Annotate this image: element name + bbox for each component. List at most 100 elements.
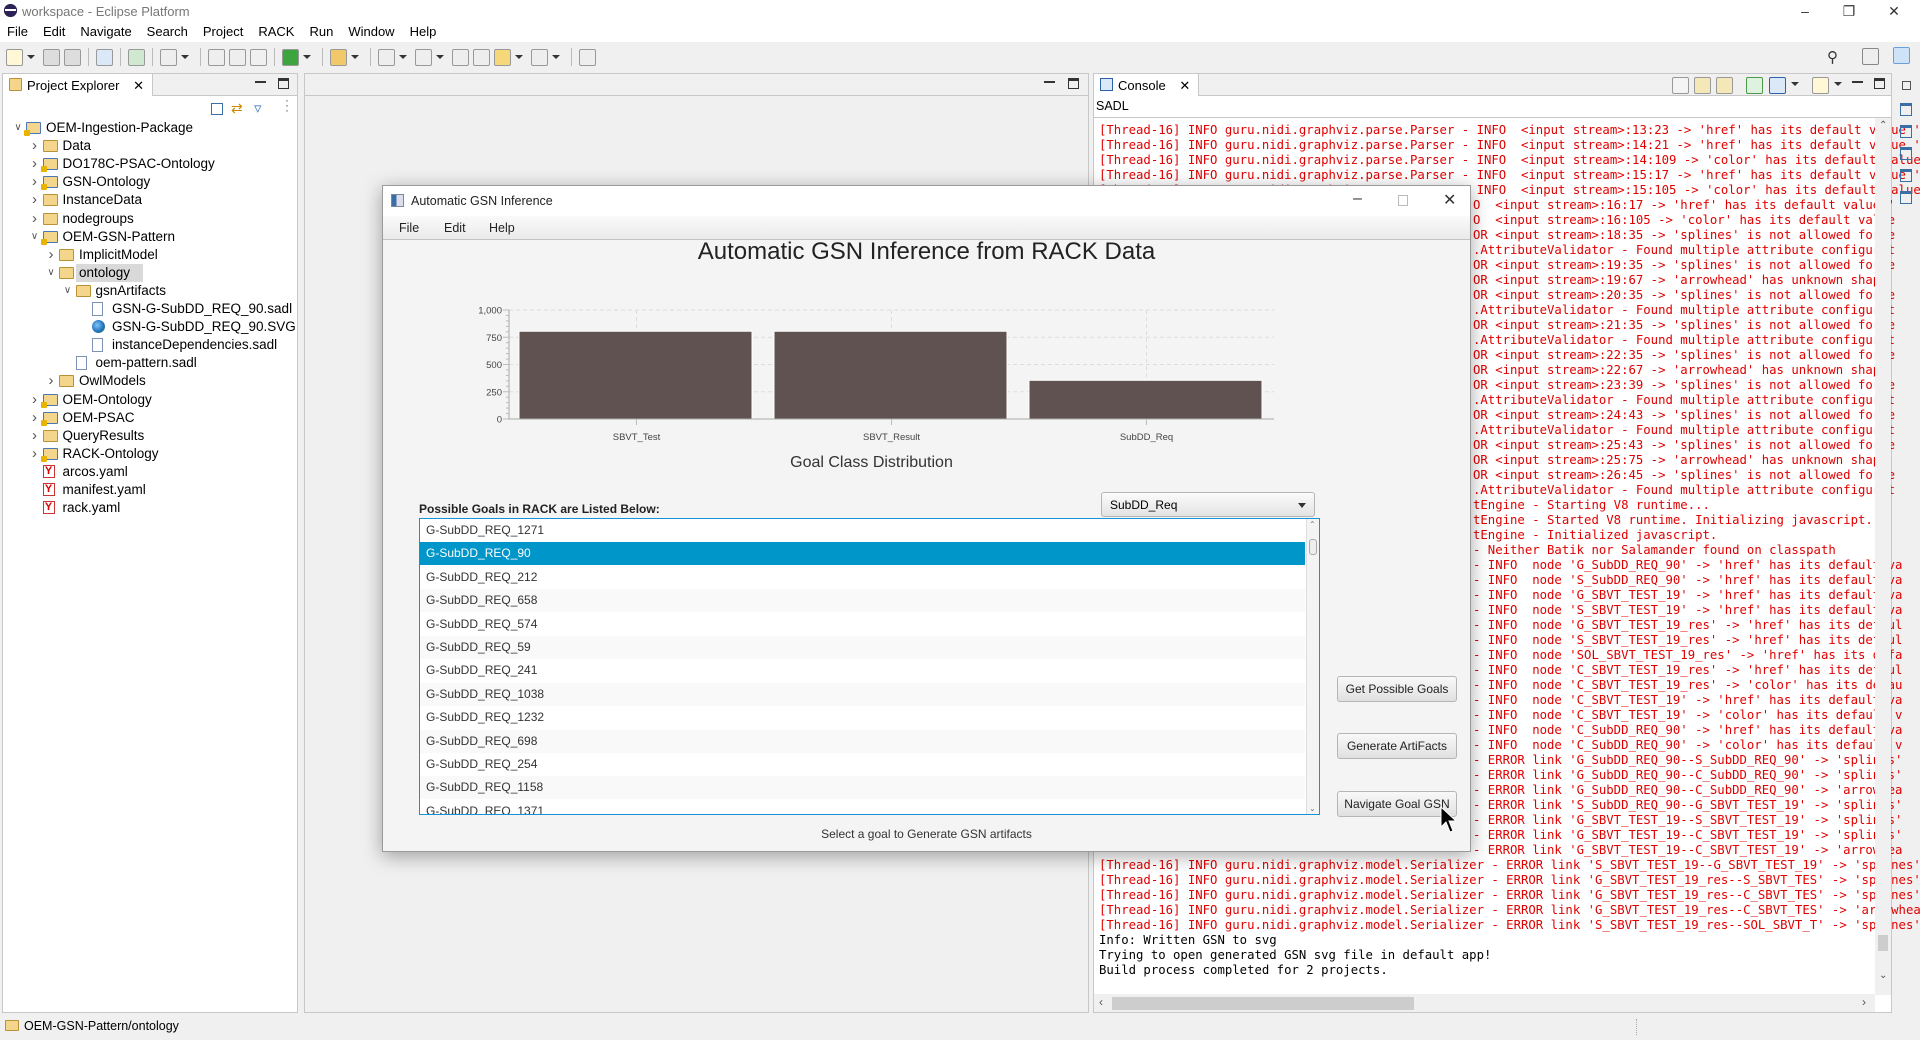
chevron-right-icon[interactable]: ›: [30, 191, 40, 209]
minimize-editor-icon[interactable]: [1044, 78, 1055, 83]
clear-console-icon[interactable]: [1672, 77, 1689, 94]
dialog-close-button[interactable]: ✕: [1443, 190, 1456, 210]
pin-icon[interactable]: [579, 48, 596, 66]
link-editor-icon[interactable]: ⇄: [231, 100, 243, 117]
chevron-right-icon[interactable]: ›: [30, 137, 40, 155]
minimize-view-icon[interactable]: [1852, 78, 1863, 83]
tree-item[interactable]: ∨ ontology: [47, 263, 144, 282]
problems-view-icon[interactable]: [1900, 125, 1912, 138]
search-view-icon[interactable]: [1900, 191, 1912, 204]
back-icon[interactable]: [494, 48, 511, 66]
chevron-down-icon[interactable]: ∨: [30, 228, 40, 246]
dropdown-arrow-icon[interactable]: [181, 55, 189, 59]
goal-list-item[interactable]: G-SubDD_REQ_1158: [420, 776, 1305, 800]
display-console-icon[interactable]: [1769, 77, 1786, 94]
close-tab-icon[interactable]: ✕: [1179, 78, 1190, 93]
scroll-up-icon[interactable]: ⌃: [1879, 120, 1887, 131]
toggle-icon[interactable]: [208, 48, 225, 66]
binary-icon[interactable]: [96, 48, 113, 66]
goal-list-scrollbar[interactable]: ⌃ ⌄: [1306, 519, 1319, 814]
block-icon[interactable]: [229, 48, 246, 66]
collapse-all-icon[interactable]: [211, 103, 223, 115]
open-perspective-icon[interactable]: [1862, 48, 1879, 65]
goal-list-item[interactable]: G-SubDD_REQ_658: [420, 589, 1305, 613]
dropdown-arrow-icon[interactable]: [27, 55, 35, 59]
menu-edit[interactable]: Edit: [43, 22, 72, 42]
maximize-view-icon[interactable]: [278, 78, 289, 89]
sadl-perspective-icon[interactable]: [1893, 47, 1910, 64]
forward-icon[interactable]: [531, 48, 548, 66]
dropdown-arrow-icon[interactable]: [515, 55, 523, 59]
chevron-right-icon[interactable]: ›: [30, 391, 40, 409]
chevron-down-icon[interactable]: ∨: [46, 264, 56, 282]
forward-edit-icon[interactable]: [473, 48, 490, 66]
scroll-down-icon[interactable]: ⌄: [1309, 804, 1316, 813]
menu-project[interactable]: Project: [203, 22, 250, 42]
open-console-icon[interactable]: [1812, 77, 1829, 94]
goal-list-item[interactable]: G-SubDD_REQ_59: [420, 636, 1305, 659]
navigate-goal-gsn-button[interactable]: Navigate Goal GSN: [1337, 791, 1457, 817]
properties-view-icon[interactable]: [1900, 169, 1912, 182]
minimize-view-icon[interactable]: [255, 78, 266, 83]
goal-list-item[interactable]: G-SubDD_REQ_1232: [420, 706, 1305, 729]
scroll-left-icon[interactable]: ‹: [1099, 995, 1103, 1009]
dropdown-arrow-icon[interactable]: [552, 55, 560, 59]
menu-file[interactable]: File: [7, 22, 35, 42]
word-wrap-icon[interactable]: [1716, 77, 1733, 94]
chevron-right-icon[interactable]: ›: [30, 210, 40, 228]
dialog-minimize-button[interactable]: –: [1353, 190, 1362, 208]
maximize-view-icon[interactable]: [1874, 78, 1885, 89]
menu-window[interactable]: Window: [348, 22, 401, 42]
chevron-right-icon[interactable]: ›: [30, 173, 40, 191]
dialog-maximize-button[interactable]: [1398, 195, 1408, 206]
dropdown-arrow-icon[interactable]: [436, 55, 444, 59]
maximize-editor-icon[interactable]: [1068, 78, 1079, 89]
minimize-button[interactable]: –: [1783, 0, 1827, 22]
menu-navigate[interactable]: Navigate: [80, 22, 138, 42]
dialog-menu-edit[interactable]: Edit: [444, 221, 466, 235]
save-all-icon[interactable]: [64, 48, 81, 66]
dropdown-arrow-icon[interactable]: [303, 55, 311, 59]
console-hscroll-thumb[interactable]: [1112, 997, 1414, 1010]
goal-list-item[interactable]: G-SubDD_REQ_212: [420, 566, 1305, 589]
save-icon[interactable]: [43, 48, 60, 66]
new-icon[interactable]: [6, 48, 23, 66]
gear-icon[interactable]: [160, 48, 177, 66]
menu-run[interactable]: Run: [309, 22, 340, 42]
restore-stack-icon[interactable]: [1902, 81, 1911, 90]
get-possible-goals-button[interactable]: Get Possible Goals: [1337, 676, 1457, 702]
goal-list-item[interactable]: G-SubDD_REQ_1371: [420, 800, 1305, 814]
chevron-right-icon[interactable]: ›: [30, 155, 40, 173]
chevron-right-icon[interactable]: ›: [30, 427, 40, 445]
scroll-down-icon[interactable]: ⌄: [1879, 970, 1887, 981]
restore-button[interactable]: ❐: [1827, 0, 1871, 22]
tab-project-explorer[interactable]: Project Explorer ✕: [3, 74, 154, 96]
goal-list-item[interactable]: G-SubDD_REQ_241: [420, 659, 1305, 682]
refresh-icon[interactable]: [128, 48, 145, 66]
chevron-down-icon[interactable]: ∨: [63, 282, 73, 300]
dialog-menu-help[interactable]: Help: [489, 221, 515, 235]
search-icon[interactable]: ⚲: [1827, 48, 1838, 66]
close-button[interactable]: ✕: [1872, 0, 1916, 22]
menu-help[interactable]: Help: [410, 22, 444, 42]
goal-list[interactable]: G-SubDD_REQ_1371 G-SubDD_REQ_1158 G-SubDD_…: [419, 518, 1320, 815]
tab-console[interactable]: Console ✕: [1094, 74, 1200, 96]
pin-console-icon[interactable]: [1746, 77, 1763, 94]
next-annotation-icon[interactable]: [378, 48, 395, 66]
run-icon[interactable]: [282, 48, 299, 66]
goal-list-scroll-thumb[interactable]: [1309, 539, 1317, 555]
goal-list-item[interactable]: G-SubDD_REQ_90: [420, 542, 1305, 566]
prev-annotation-icon[interactable]: [415, 48, 432, 66]
scroll-right-icon[interactable]: ›: [1862, 995, 1866, 1009]
menu-search[interactable]: Search: [147, 22, 195, 42]
last-edit-icon[interactable]: [452, 48, 469, 66]
scroll-lock-icon[interactable]: [1694, 77, 1711, 94]
generate-artifacts-button[interactable]: Generate ArtiFacts: [1337, 733, 1457, 759]
goal-list-item[interactable]: G-SubDD_REQ_574: [420, 613, 1305, 636]
chevron-right-icon[interactable]: ›: [46, 372, 56, 390]
menu-rack[interactable]: RACK: [258, 22, 301, 42]
display-console-dropdown-icon[interactable]: [1791, 82, 1803, 86]
dialog-menu-file[interactable]: File: [399, 221, 419, 235]
goal-class-combo[interactable]: SubDD_Req: [1101, 492, 1315, 517]
marker-icon[interactable]: [330, 48, 347, 66]
